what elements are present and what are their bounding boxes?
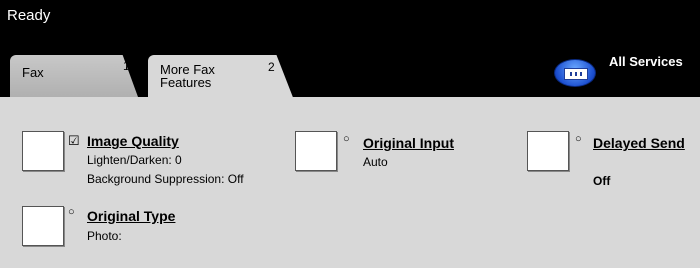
- original-type-button[interactable]: [22, 206, 64, 246]
- tab-fax-number: 1: [123, 59, 130, 73]
- original-input-title[interactable]: Original Input: [363, 135, 454, 151]
- feature-panel: ☑ Image Quality Lighten/Darken: 0 Backgr…: [0, 97, 700, 268]
- tab-more-fax-features[interactable]: More Fax Features 2: [148, 55, 294, 100]
- original-input-value: Auto: [363, 155, 388, 169]
- all-services-label: All Services: [609, 54, 683, 69]
- tab-more-fax-features-number: 2: [268, 60, 275, 74]
- delayed-send-button[interactable]: [527, 131, 569, 171]
- delayed-send-title[interactable]: Delayed Send: [593, 135, 685, 151]
- original-type-value: Photo:: [87, 229, 122, 243]
- image-quality-button[interactable]: [22, 131, 64, 171]
- tab-fax-label: Fax: [22, 65, 44, 80]
- original-type-title[interactable]: Original Type: [87, 208, 175, 224]
- tab-fax[interactable]: Fax 1: [10, 55, 138, 97]
- original-input-button[interactable]: [295, 131, 337, 171]
- checkbox-checked-icon: ☑: [68, 133, 80, 148]
- radio-empty-icon: ○: [343, 133, 350, 145]
- image-quality-title[interactable]: Image Quality: [87, 133, 179, 149]
- radio-empty-icon: ○: [575, 133, 582, 145]
- radio-empty-icon: ○: [68, 206, 75, 218]
- all-services-button[interactable]: All Services: [554, 51, 694, 87]
- status-text: Ready: [7, 7, 51, 24]
- all-services-icon: [554, 59, 596, 87]
- top-bar: Ready Fax 1 More Fax Features 2 All Serv…: [0, 0, 700, 100]
- delayed-send-value: Off: [593, 174, 611, 188]
- image-quality-lighten-darken: Lighten/Darken: 0: [87, 153, 182, 167]
- image-quality-background-suppression: Background Suppression: Off: [87, 172, 244, 186]
- tab-more-fax-features-label: More Fax Features: [160, 62, 215, 90]
